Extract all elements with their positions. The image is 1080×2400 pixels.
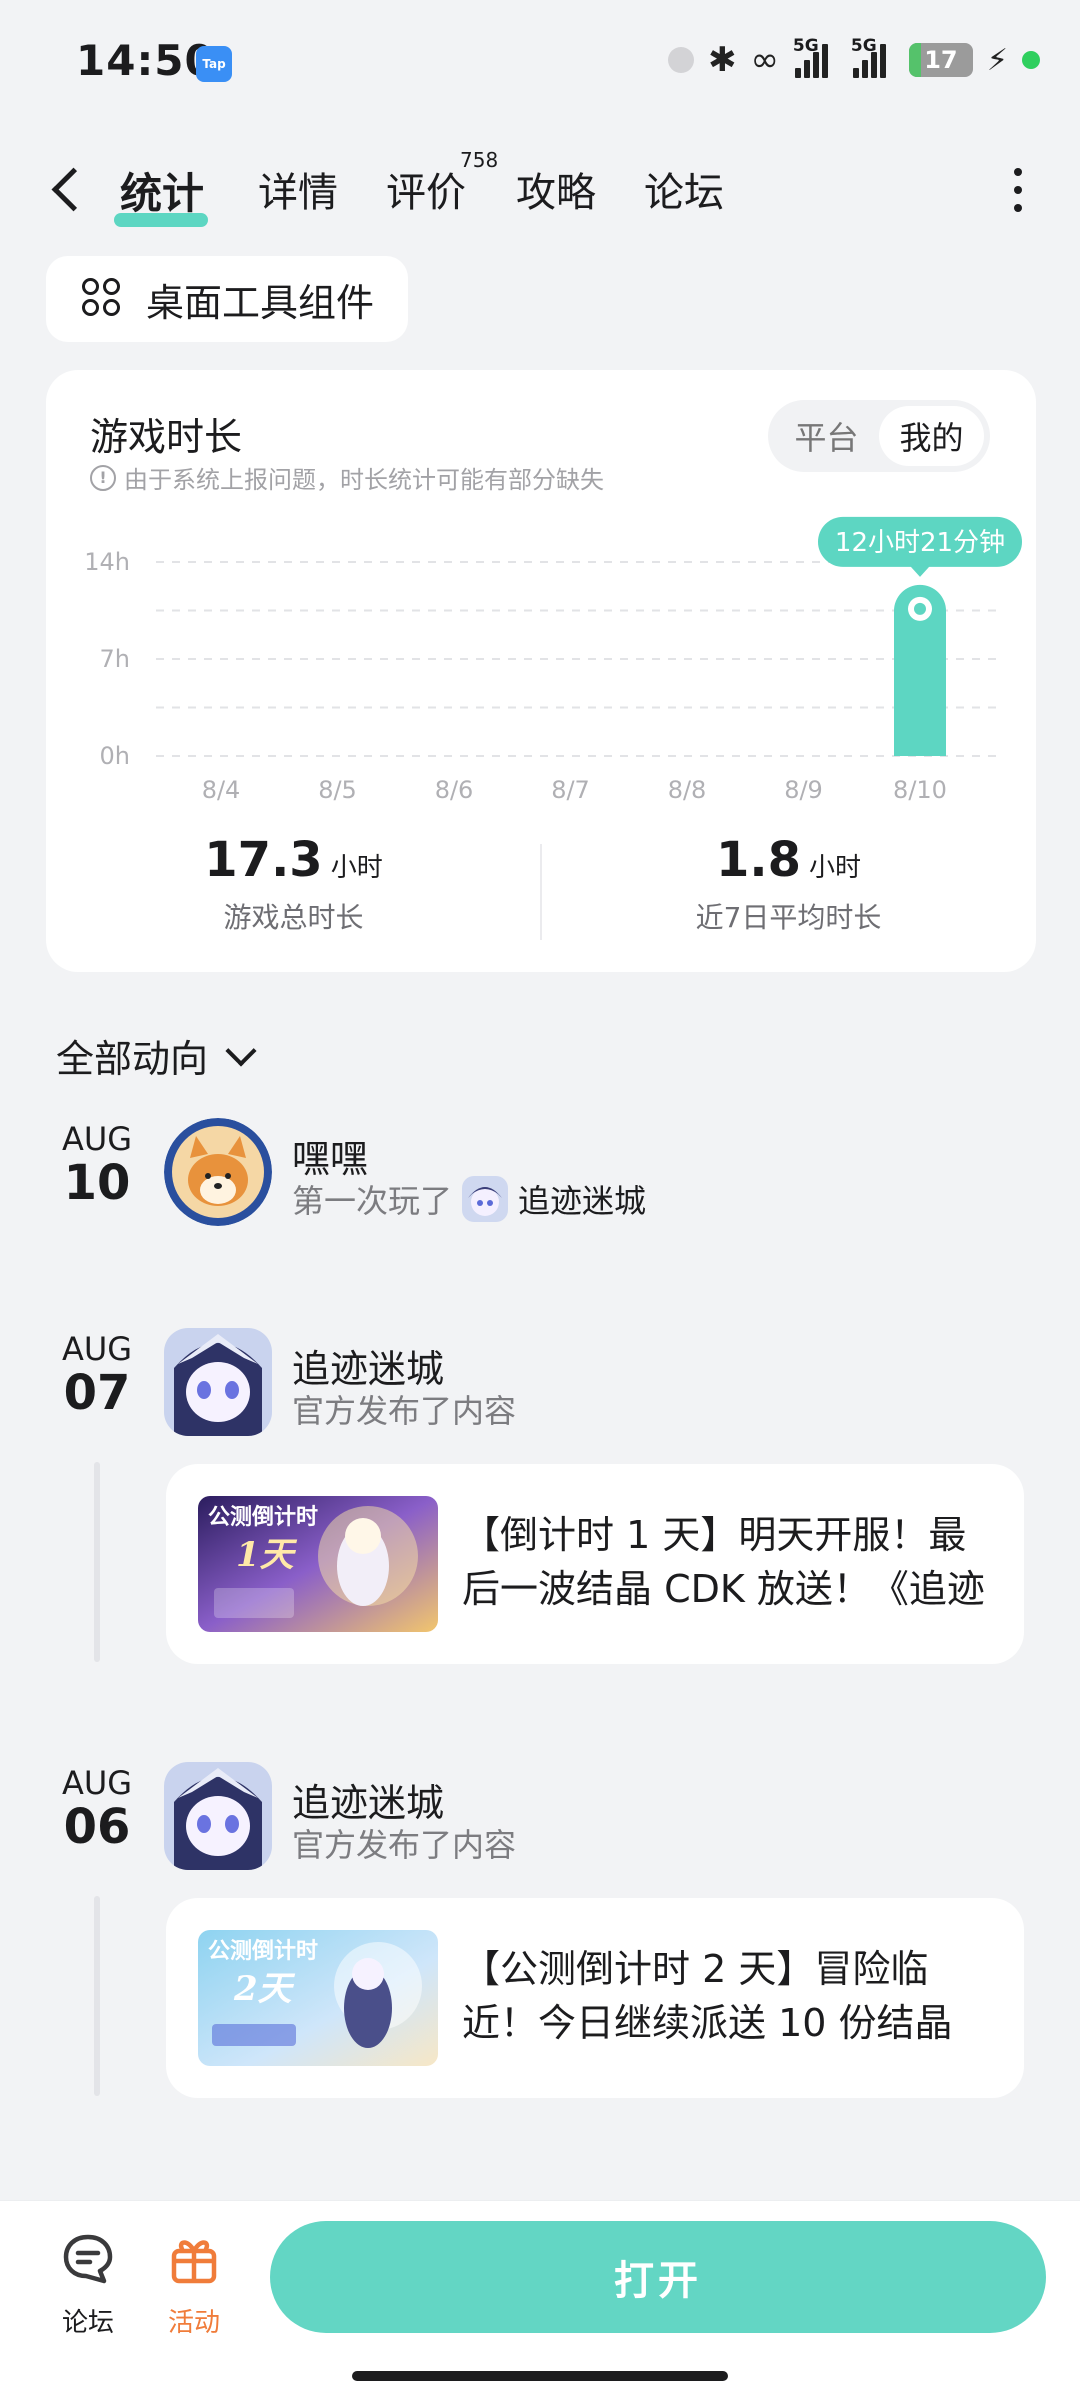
event-nav-button[interactable]: 活动 [144, 2231, 244, 2339]
x-tick-label: 8/7 [551, 776, 590, 804]
charging-icon: ⚡ [986, 42, 1008, 78]
y-tick-label: 0h [100, 742, 130, 770]
game-avatar[interactable] [164, 1328, 272, 1436]
y-tick-label: 14h [84, 548, 130, 576]
tab-guides[interactable]: 攻略 [516, 160, 596, 218]
chevron-down-icon [225, 1034, 257, 1067]
status-bar: 14:50 Tap ✱ ∞ 5G 5G 17 ⚡ [0, 0, 1080, 120]
timeline-line [94, 1462, 100, 1662]
chart-bar [312, 755, 364, 756]
game-icon [462, 1176, 509, 1222]
average-play-time: 1.8 小时 近7日平均时长 [695, 832, 882, 934]
svg-text:2天: 2天 [233, 1969, 296, 2009]
status-time: 14:50 [76, 36, 215, 85]
bar-marker-dot [914, 602, 926, 615]
x-tick-label: 8/8 [668, 776, 707, 804]
back-icon[interactable] [48, 162, 88, 218]
chart-bar [545, 755, 597, 756]
chart-bar [428, 755, 480, 756]
chart-bar [195, 755, 247, 756]
tab-reviews[interactable]: 评价 758 [386, 148, 498, 218]
forum-nav-button[interactable]: 论坛 [38, 2231, 138, 2339]
bottom-action-bar: 论坛 活动 打开 [0, 2200, 1080, 2400]
signal-icon-2: 5G [851, 36, 895, 80]
post-thumbnail: 公测倒计时 1天 [198, 1496, 438, 1632]
entry-author-name[interactable]: 追迹迷城 [292, 1338, 444, 1393]
top-nav: 统计 详情 评价 758 攻略 论坛 [0, 140, 1080, 240]
chart-bar [778, 755, 830, 756]
post-thumbnail: 公测倒计时 2天 [198, 1930, 438, 2066]
chart-bar [661, 755, 713, 756]
home-indicator [352, 2371, 728, 2381]
entry-action: 官方发布了内容 [292, 1826, 517, 1864]
battery-icon: 17 [908, 43, 973, 77]
x-tick-label: 8/5 [318, 776, 357, 804]
play-time-card: 游戏时长 ! 由于系统上报问题，时长统计可能有部分缺失 平台 我的 0h 7h 14… [46, 370, 1036, 972]
tab-stats[interactable]: 统计 [113, 160, 209, 227]
more-options-icon[interactable] [1012, 168, 1024, 212]
signal-icon-1: 5G [793, 36, 837, 80]
privacy-indicator-icon [668, 47, 695, 73]
game-avatar[interactable] [164, 1762, 272, 1870]
x-tick-label: 8/10 [893, 776, 947, 804]
tab-forum[interactable]: 论坛 [644, 160, 724, 218]
y-tick-label: 7h [100, 645, 130, 673]
reviews-count-badge: 758 [460, 148, 499, 172]
activity-filter[interactable]: 全部动向 [56, 1028, 257, 1083]
x-tick-label: 8/6 [435, 776, 474, 804]
timeline-line [94, 1896, 100, 2096]
svg-text:公测倒计时: 公测倒计时 [208, 1939, 318, 1964]
gift-icon [171, 2240, 217, 2284]
tab-details[interactable]: 详情 [258, 160, 338, 218]
svg-text:公测倒计时: 公测倒计时 [208, 1505, 318, 1530]
entry-user-name[interactable]: 嘿嘿 [292, 1128, 368, 1183]
x-tick-label: 8/4 [202, 776, 241, 804]
open-game-button[interactable]: 打开 [270, 2221, 1046, 2333]
entry-author-name[interactable]: 追迹迷城 [292, 1772, 444, 1827]
entry-action: 官方发布了内容 [292, 1392, 517, 1430]
entry-date: AUG 07 [61, 1330, 133, 1421]
entry-action: 第一次玩了 追迹迷城 [292, 1176, 646, 1222]
hotspot-link-icon: ∞ [750, 40, 779, 80]
tooltip-pointer [910, 565, 930, 577]
widget-grid-icon [82, 278, 124, 320]
bar-value-label: 12小时21分钟 [835, 528, 1005, 558]
taptap-notification-icon: Tap [196, 46, 232, 82]
game-link[interactable]: 追迹迷城 [518, 1176, 646, 1222]
post-title: 【公测倒计时 2 天】冒险临近！今日继续派送 10 份结晶 CDK [462, 1947, 953, 2045]
desktop-widget-button[interactable]: 桌面工具组件 [46, 256, 408, 342]
user-avatar[interactable] [164, 1118, 272, 1226]
post-title: 【倒计时 1 天】明天开服！最后一波结晶 CDK 放送！《追迹迷城》明日正式公测 [462, 1513, 985, 1611]
post-card[interactable]: 公测倒计时 2天 【公测倒计时 2 天】冒险临近！今日继续派送 10 份结晶 C… [166, 1898, 1024, 2098]
x-tick-label: 8/9 [784, 776, 823, 804]
entry-date: AUG 06 [61, 1764, 133, 1855]
forum-chat-icon [63, 2234, 113, 2284]
active-dot-icon [1022, 51, 1040, 69]
play-time-chart: 0h 7h 14h 8/4 8/5 8/6 8/7 8/8 8/9 12小时21分钟 8/10 [84, 516, 1022, 804]
post-card[interactable]: 公测倒计时 1天 【倒计时 1 天】明天开服！最后一波结晶 CDK 放送！《追迹… [166, 1464, 1024, 1664]
total-play-time: 17.3 小时 游戏总时长 [204, 832, 383, 934]
bluetooth-icon: ✱ [708, 40, 737, 80]
svg-text:1天: 1天 [236, 1535, 298, 1575]
entry-date: AUG 10 [61, 1120, 133, 1211]
